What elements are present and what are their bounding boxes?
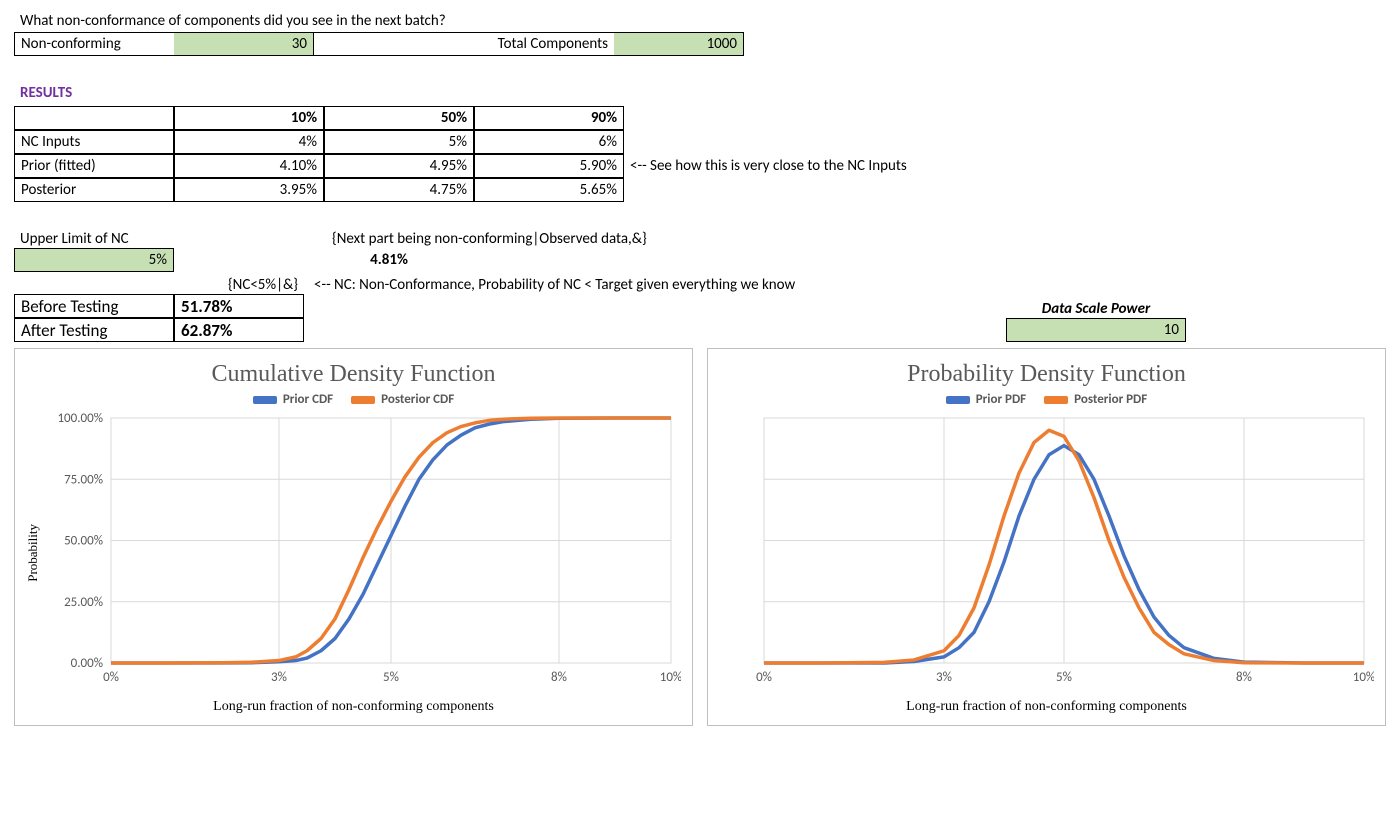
- upper-limit-value[interactable]: 5%: [14, 248, 174, 272]
- nc-cond-note: <-- NC: Non-Conformance, Probability of …: [304, 276, 795, 294]
- data-scale-block: Data Scale Power 10: [1006, 300, 1186, 342]
- svg-text:25.00%: 25.00%: [64, 595, 103, 610]
- svg-text:10%: 10%: [660, 670, 681, 685]
- svg-text:8%: 8%: [551, 670, 567, 685]
- svg-text:5%: 5%: [1056, 670, 1072, 685]
- table-row: NC Inputs 4% 5% 6%: [14, 130, 1386, 154]
- pdf-chart: Probability Density Function Prior PDF P…: [707, 348, 1386, 726]
- next-part-label: {Next part being non-conforming|Observed…: [314, 230, 647, 248]
- next-part-value: 4.81%: [314, 251, 464, 269]
- results-note: <-- See how this is very close to the NC…: [624, 157, 907, 175]
- chart-legend: Prior PDF Posterior PDF: [718, 392, 1375, 407]
- svg-text:0%: 0%: [756, 670, 772, 685]
- svg-text:0%: 0%: [103, 670, 119, 685]
- col-50: 50%: [324, 106, 474, 130]
- total-label: Total Components: [314, 32, 614, 56]
- svg-text:10%: 10%: [1353, 670, 1374, 685]
- data-scale-label: Data Scale Power: [1006, 300, 1186, 318]
- upper-limit-label: Upper Limit of NC: [14, 230, 314, 248]
- question-row: What non-conformance of components did y…: [14, 10, 1386, 32]
- pdf-plot: 0% 3% 5% 8% 10%: [734, 413, 1374, 693]
- svg-text:100.00%: 100.00%: [57, 413, 103, 426]
- table-row: Posterior 3.95% 4.75% 5.65%: [14, 178, 1386, 202]
- cdf-chart: Cumulative Density Function Prior CDF Po…: [14, 348, 693, 726]
- nc-value[interactable]: 30: [174, 32, 314, 56]
- nc-cond-header: {NC<5%|&}: [174, 276, 304, 294]
- svg-text:3%: 3%: [936, 670, 952, 685]
- svg-text:5%: 5%: [383, 670, 399, 685]
- upper-limit-row: Upper Limit of NC {Next part being non-c…: [14, 230, 1386, 248]
- nc-label: Non-conforming: [14, 32, 174, 56]
- svg-text:8%: 8%: [1236, 670, 1252, 685]
- col-10: 10%: [174, 106, 324, 130]
- svg-text:0.00%: 0.00%: [71, 656, 103, 671]
- cdf-plot: 0% 3% 5% 8% 10% 0.00% 25.00% 50.00% 75.00% 100.00…: [41, 413, 681, 693]
- col-90: 90%: [474, 106, 624, 130]
- inputs-row: Non-conforming 30 Total Components 1000: [14, 32, 1386, 56]
- results-table: 10% 50% 90% NC Inputs 4% 5% 6% Prior (fi…: [14, 106, 1386, 202]
- svg-text:3%: 3%: [271, 670, 287, 685]
- total-value[interactable]: 1000: [614, 32, 744, 56]
- svg-text:50.00%: 50.00%: [64, 534, 103, 549]
- table-row: Prior (fitted) 4.10% 4.95% 5.90% <-- See…: [14, 154, 1386, 178]
- data-scale-value[interactable]: 10: [1006, 318, 1186, 342]
- results-header: RESULTS: [14, 84, 1386, 102]
- nc-cond-table: Before Testing 51.78% After Testing 62.8…: [14, 294, 304, 342]
- svg-text:75.00%: 75.00%: [64, 472, 103, 487]
- chart-title: Cumulative Density Function: [25, 361, 682, 388]
- chart-legend: Prior CDF Posterior CDF: [25, 392, 682, 407]
- question-text: What non-conformance of components did y…: [14, 10, 452, 32]
- chart-title: Probability Density Function: [718, 361, 1375, 388]
